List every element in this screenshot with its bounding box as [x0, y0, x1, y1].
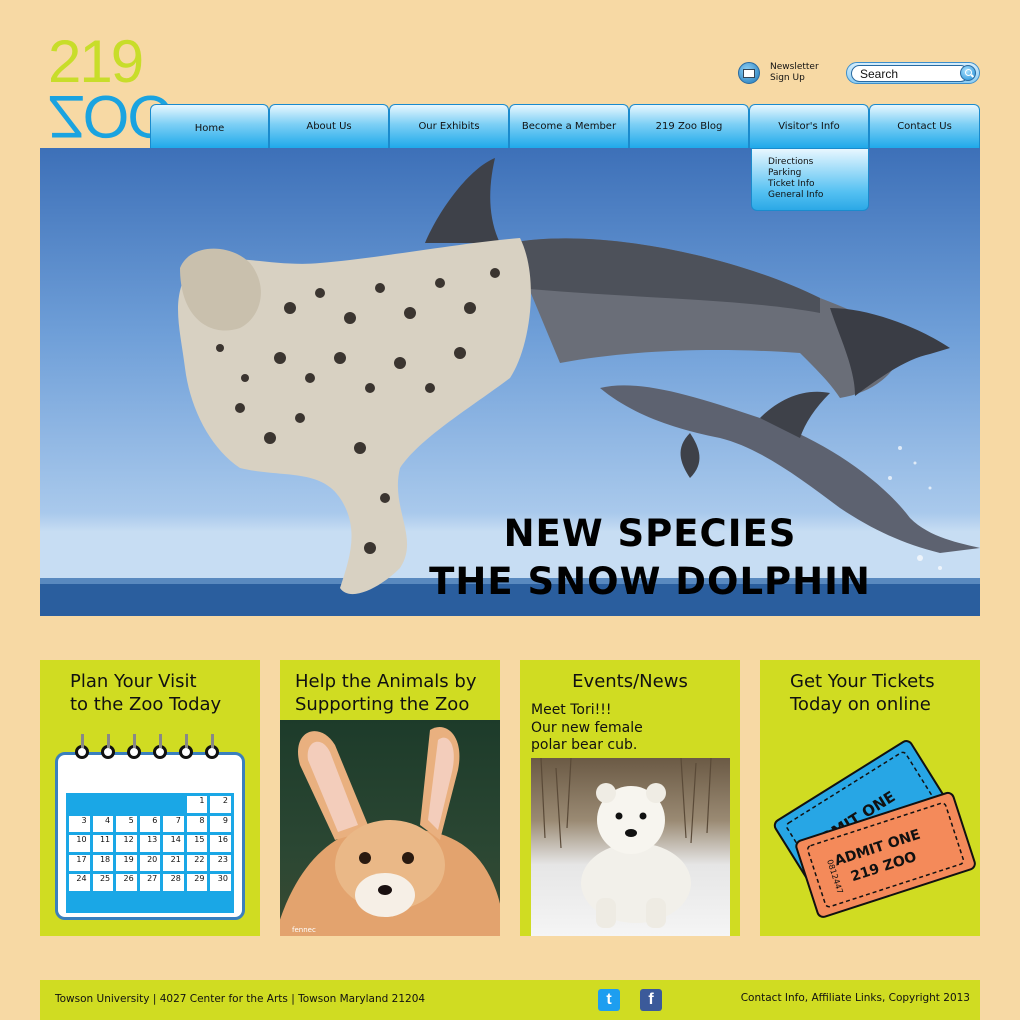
tab-become-member[interactable]: Become a Member: [509, 104, 629, 148]
calendar-grid: 1 2 3 4 5 6 7 8 9 10 11 12 13 14 15 16 17 18 19 20 21 22 23 24 2…: [66, 793, 234, 913]
calendar-day: 16: [210, 835, 231, 852]
calendar-day: 7: [163, 815, 184, 832]
calendar-day: 8: [186, 815, 208, 832]
tickets-card[interactable]: Get Your Tickets Today on online ADMIT O…: [760, 660, 980, 936]
news-text-line2: Our new female: [531, 719, 643, 736]
newsletter-label[interactable]: Newsletter Sign Up: [770, 62, 840, 84]
news-text: Meet Tori!!! Our new female polar bear c…: [531, 702, 643, 755]
tickets-title-line2: Today on online: [790, 694, 931, 715]
calendar-icon: 1 2 3 4 5 6 7 8 9 10 11 12 13 14 15 16 17 18 19 20 21 22 23 24 2…: [55, 734, 245, 920]
calendar-day: 10: [69, 835, 90, 852]
calendar-day: 27: [139, 874, 161, 891]
calendar-day: 30: [210, 874, 231, 891]
calendar-day: 11: [92, 835, 114, 852]
site-logo[interactable]: 219 ZOO: [46, 32, 172, 151]
calendar-day: 21: [163, 854, 184, 871]
dropdown-item-general-info[interactable]: General Info: [768, 190, 868, 201]
hero-line-1: NEW SPECIES: [503, 512, 797, 555]
support-zoo-title: Help the Animals by Supporting the Zoo: [295, 670, 477, 716]
events-news-card[interactable]: Events/News Meet Tori!!! Our new female …: [520, 660, 740, 936]
calendar-day: 6: [139, 815, 161, 832]
calendar-day: 28: [163, 874, 184, 891]
calendar-day: 2: [210, 796, 231, 813]
calendar-day: 13: [139, 835, 161, 852]
calendar-day: 29: [186, 874, 208, 891]
calendar-day: 26: [116, 874, 137, 891]
news-text-line1: Meet Tori!!!: [531, 702, 612, 718]
calendar-day: 22: [186, 854, 208, 871]
calendar-day: 17: [69, 854, 90, 871]
calendar-day: 18: [92, 854, 114, 871]
calendar-day: 24: [69, 874, 90, 891]
main-navigation: Home About Us Our Exhibits Become a Memb…: [150, 104, 980, 148]
calendar-day: 5: [116, 815, 137, 832]
newsletter-signup[interactable]: Newsletter Sign Up: [738, 62, 840, 84]
footer-links[interactable]: Contact Info, Affiliate Links, Copyright…: [741, 992, 970, 1004]
envelope-icon[interactable]: [738, 62, 760, 84]
news-text-line3: polar bear cub.: [531, 737, 638, 753]
hero-line-2: THE SNOW DOLPHIN: [429, 560, 871, 603]
tickets-icon: ADMIT ONE ADMIT ONE 219 ZOO 0812447: [773, 740, 976, 918]
dropdown-item-directions[interactable]: Directions: [768, 157, 868, 168]
support-zoo-title-line2: Supporting the Zoo: [295, 694, 470, 715]
events-news-title: Events/News: [572, 671, 688, 692]
hero-headline: NEW SPECIES THE SNOW DOLPHIN: [400, 510, 900, 606]
calendar-day: 23: [210, 854, 231, 871]
hero-banner: NEW SPECIES THE SNOW DOLPHIN: [40, 148, 980, 616]
fox-photo-caption: fennec: [292, 926, 316, 934]
plan-visit-card[interactable]: Plan Your Visit to the Zoo Today 1234567…: [40, 660, 260, 936]
tab-home[interactable]: Home: [150, 104, 269, 148]
calendar-day: [93, 796, 114, 813]
calendar-day: 12: [116, 835, 137, 852]
calendar-day: 19: [116, 854, 137, 871]
polar-bear-photo: [531, 758, 730, 936]
calendar-day: [163, 796, 184, 813]
tab-our-exhibits[interactable]: Our Exhibits: [389, 104, 509, 148]
plan-visit-title-line1: Plan Your Visit: [70, 671, 197, 692]
twitter-icon[interactable]: t: [598, 989, 620, 1011]
footer: Towson University | 4027 Center for the …: [40, 980, 980, 1020]
calendar-day: [116, 796, 137, 813]
tab-contact-us[interactable]: Contact Us: [869, 104, 980, 148]
tab-zoo-blog[interactable]: 219 Zoo Blog: [629, 104, 749, 148]
support-zoo-card[interactable]: Help the Animals by Supporting the Zoo f…: [280, 660, 500, 936]
search-icon[interactable]: [960, 65, 976, 81]
calendar-day: 14: [163, 835, 184, 852]
plan-visit-title: Plan Your Visit to the Zoo Today: [70, 670, 221, 716]
facebook-icon[interactable]: f: [640, 989, 662, 1011]
calendar-day: 1: [186, 796, 208, 813]
calendar-rings: [75, 734, 219, 759]
visitors-info-dropdown: Directions Parking Ticket Info General I…: [751, 148, 869, 211]
fennec-fox-photo: fennec: [280, 720, 500, 936]
footer-address: Towson University | 4027 Center for the …: [55, 993, 426, 1005]
calendar-day: [69, 796, 90, 813]
calendar-day: 4: [92, 815, 114, 832]
calendar-day: 25: [92, 874, 114, 891]
calendar-day: 9: [210, 815, 231, 832]
search-input[interactable]: [851, 65, 969, 82]
search-box: [846, 62, 980, 84]
calendar-day: 20: [139, 854, 161, 871]
tab-visitors-info[interactable]: Visitor's Info: [749, 104, 869, 148]
support-zoo-title-line1: Help the Animals by: [295, 671, 477, 692]
dropdown-item-parking[interactable]: Parking: [768, 168, 868, 179]
tickets-title-line1: Get Your Tickets: [790, 671, 935, 692]
dropdown-item-ticket-info[interactable]: Ticket Info: [768, 179, 868, 190]
plan-visit-title-line2: to the Zoo Today: [70, 694, 222, 715]
tab-about-us[interactable]: About Us: [269, 104, 389, 148]
calendar-day: [140, 796, 161, 813]
calendar-day: 3: [69, 815, 90, 832]
tickets-title: Get Your Tickets Today on online: [790, 670, 935, 716]
calendar-day: 15: [186, 835, 208, 852]
